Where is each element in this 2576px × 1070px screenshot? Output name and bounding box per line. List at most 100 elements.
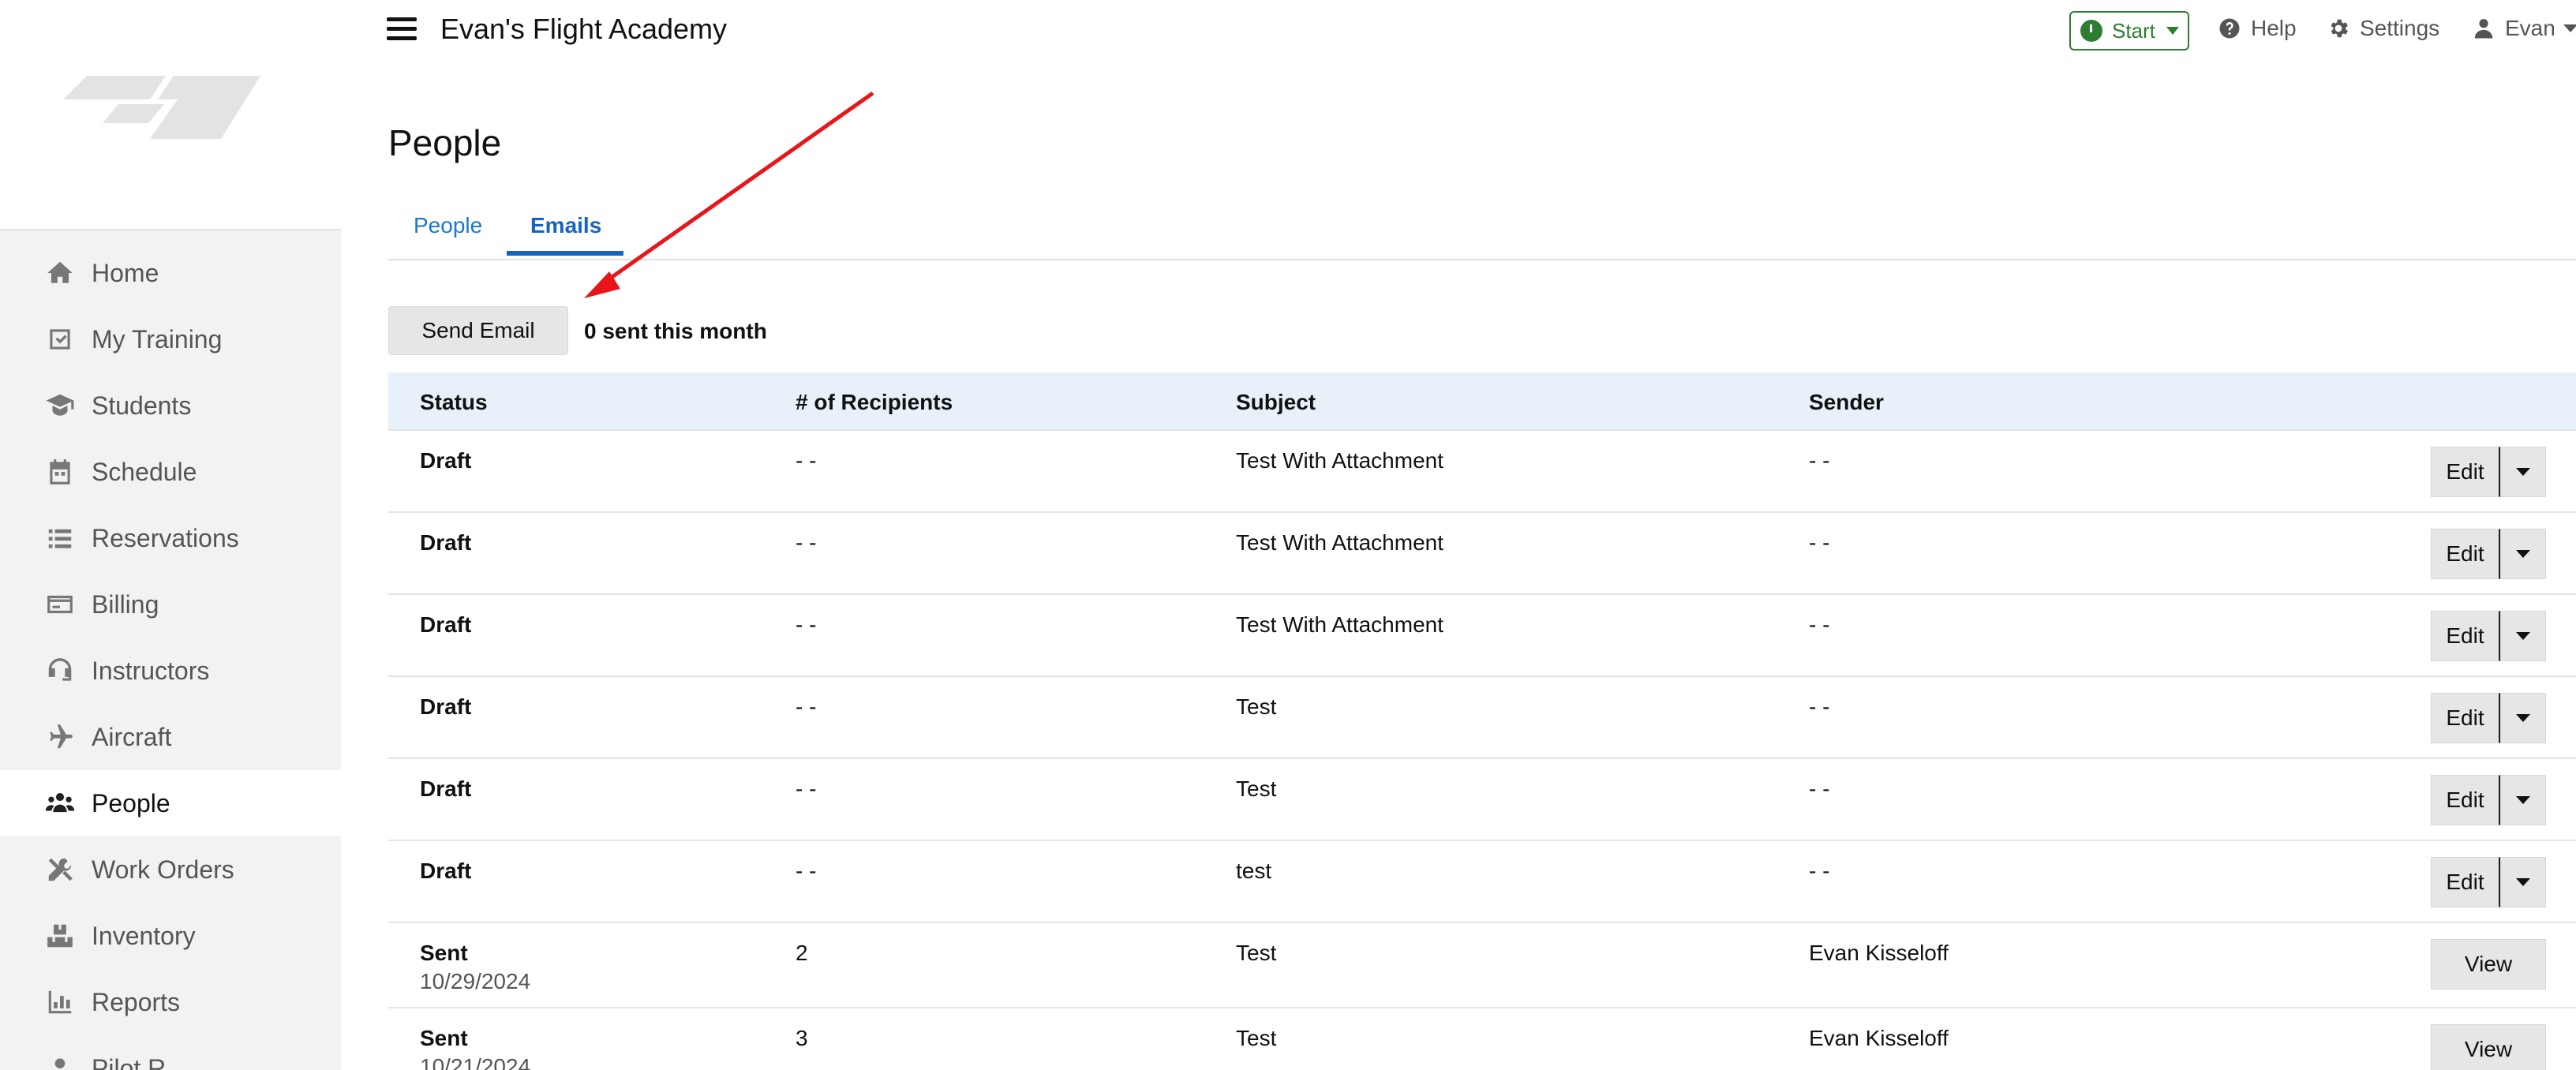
sidebar-item-label: Instructors: [92, 656, 210, 685]
edit-button-group: Edit: [2431, 775, 2546, 825]
sent-date: 10/21/2024: [420, 1054, 531, 1070]
sidebar-item-label: Work Orders: [92, 855, 234, 884]
caret-down-icon: [2516, 796, 2530, 804]
sidebar-item-billing[interactable]: Billing: [0, 571, 341, 638]
recipients-cell: 3: [796, 1026, 808, 1050]
subject-cell: Test: [1236, 1026, 1277, 1050]
user-menu[interactable]: Evan: [2472, 16, 2576, 41]
table-header: Status # of Recipients Subject Sender: [388, 372, 2576, 431]
caret-down-icon: [2516, 714, 2530, 722]
more-actions-dropdown[interactable]: [2500, 529, 2546, 579]
subject-cell: Test: [1236, 941, 1277, 965]
credit-card-icon: [44, 589, 76, 620]
send-email-button[interactable]: Send Email: [388, 306, 568, 355]
subject-cell: Test With Attachment: [1236, 530, 1443, 555]
clock-icon: [2080, 20, 2102, 42]
view-button[interactable]: View: [2431, 1024, 2546, 1070]
more-actions-dropdown[interactable]: [2500, 775, 2546, 825]
sidebar-item-schedule[interactable]: Schedule: [0, 439, 341, 505]
caret-down-icon: [2516, 632, 2530, 640]
help-label: Help: [2251, 16, 2297, 40]
edit-button[interactable]: Edit: [2431, 529, 2500, 579]
table-row: Sent 10/29/2024 2 Test Evan Kisseloff View: [388, 923, 2576, 1008]
sender-cell: - -: [1809, 859, 1830, 883]
table-row: Draft - - test - - Edit: [388, 841, 2576, 923]
caret-down-icon: [2166, 27, 2179, 35]
start-button[interactable]: Start: [2069, 11, 2189, 51]
recipients-cell: - -: [796, 612, 817, 637]
status-cell: Sent 10/29/2024: [420, 941, 530, 994]
sent-count: 0 sent this month: [584, 319, 767, 343]
sidebar-item-label: My Training: [92, 324, 223, 354]
sidebar-item-label: Reservations: [92, 523, 239, 552]
table-row: Sent 10/21/2024 3 Test Evan Kisseloff View: [388, 1008, 2576, 1070]
subject-cell: Test: [1236, 694, 1277, 719]
more-actions-dropdown[interactable]: [2500, 857, 2546, 907]
table-row: Draft - - Test With Attachment - - Edit: [388, 595, 2576, 677]
status-label: Draft: [420, 612, 472, 637]
company-logo: [63, 76, 260, 139]
help-link[interactable]: Help: [2218, 16, 2297, 41]
boxes-icon: [44, 920, 76, 952]
sidebar: Home My Training Students Schedule Reser…: [0, 0, 341, 1070]
column-header-status: Status: [420, 390, 488, 414]
edit-button-group: Edit: [2431, 857, 2546, 907]
settings-link[interactable]: Settings: [2327, 16, 2439, 41]
start-button-label: Start: [2112, 18, 2155, 43]
sender-cell: - -: [1809, 694, 1830, 719]
sidebar-item-label: People: [92, 788, 170, 817]
caret-down-icon: [2516, 550, 2530, 558]
sender-cell: Evan Kisseloff: [1809, 1026, 1949, 1050]
sidebar-item-pilot[interactable]: Pilot R...: [0, 1035, 341, 1070]
sidebar-item-students[interactable]: Students: [0, 372, 341, 439]
more-actions-dropdown[interactable]: [2500, 693, 2546, 743]
table-row: Draft - - Test - - Edit: [388, 759, 2576, 841]
edit-button-group: Edit: [2431, 529, 2546, 579]
users-icon: [44, 788, 76, 819]
more-actions-dropdown[interactable]: [2500, 611, 2546, 661]
graduation-cap-icon: [44, 390, 76, 421]
column-header-sender: Sender: [1809, 390, 1884, 414]
sidebar-item-aircraft[interactable]: Aircraft: [0, 704, 341, 770]
edit-button[interactable]: Edit: [2431, 857, 2500, 907]
status-label: Draft: [420, 530, 472, 555]
column-header-recipients: # of Recipients: [796, 390, 953, 414]
sidebar-item-label: Students: [92, 391, 192, 420]
sidebar-item-my-training[interactable]: My Training: [0, 306, 341, 372]
tools-icon: [44, 854, 76, 885]
plane-icon: [44, 721, 76, 753]
view-button[interactable]: View: [2431, 939, 2546, 990]
sidebar-item-work-orders[interactable]: Work Orders: [0, 836, 341, 903]
sidebar-item-label: Schedule: [92, 457, 197, 486]
edit-button-group: Edit: [2431, 693, 2546, 743]
user-label: Evan: [2505, 16, 2555, 40]
headset-icon: [44, 655, 76, 687]
app-title: Evan's Flight Academy: [440, 13, 728, 45]
settings-label: Settings: [2360, 16, 2440, 40]
sidebar-item-people[interactable]: People: [0, 770, 341, 836]
tab-people[interactable]: People: [414, 213, 482, 238]
sidebar-item-home[interactable]: Home: [0, 240, 341, 306]
list-icon: [44, 522, 76, 554]
edit-button[interactable]: Edit: [2431, 611, 2500, 661]
tab-emails[interactable]: Emails: [530, 213, 601, 238]
sidebar-item-label: Billing: [92, 589, 159, 619]
sidebar-item-label: Reports: [92, 987, 181, 1016]
recipients-cell: - -: [796, 530, 817, 555]
sidebar-item-reports[interactable]: Reports: [0, 969, 341, 1035]
edit-button[interactable]: Edit: [2431, 693, 2500, 743]
edit-button[interactable]: Edit: [2431, 447, 2500, 497]
subject-cell: Test With Attachment: [1236, 448, 1443, 473]
edit-button[interactable]: Edit: [2431, 775, 2500, 825]
caret-down-icon: [2563, 24, 2576, 32]
status-label: Draft: [420, 776, 472, 801]
status-label: Draft: [420, 448, 472, 473]
status-cell: Sent 10/21/2024: [420, 1026, 530, 1070]
sidebar-item-instructors[interactable]: Instructors: [0, 638, 341, 704]
sidebar-item-inventory[interactable]: Inventory: [0, 903, 341, 969]
tab-bar: People Emails: [388, 207, 2576, 260]
sender-cell: - -: [1809, 776, 1830, 801]
menu-toggle-icon[interactable]: [387, 17, 417, 41]
sidebar-item-reservations[interactable]: Reservations: [0, 505, 341, 571]
more-actions-dropdown[interactable]: [2500, 447, 2546, 497]
